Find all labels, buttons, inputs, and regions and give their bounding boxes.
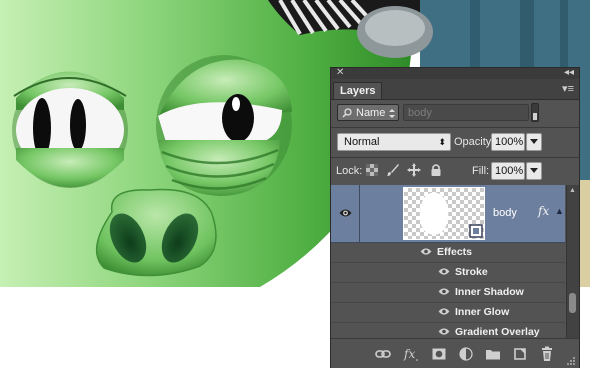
- updown-arrows-icon: ⬍: [438, 137, 446, 147]
- layer-thumbnail[interactable]: [403, 187, 485, 240]
- eye-icon: [339, 209, 352, 217]
- fill-input[interactable]: 100%: [491, 162, 525, 180]
- scrollbar-thumb[interactable]: [569, 293, 576, 313]
- fill-slider-button[interactable]: [526, 162, 542, 180]
- chevron-down-icon: [530, 168, 538, 173]
- blend-mode-select[interactable]: Normal ⬍: [337, 133, 451, 151]
- delete-layer-icon[interactable]: [539, 346, 555, 362]
- effect-label: Gradient Overlay: [455, 326, 540, 338]
- effect-label: Stroke: [455, 266, 488, 278]
- effect-row-stroke[interactable]: Stroke: [331, 263, 565, 283]
- divider: [331, 157, 579, 158]
- fill-label: Fill:: [472, 165, 490, 177]
- filter-kind-select[interactable]: Name: [337, 104, 399, 121]
- effect-row-inner-shadow[interactable]: Inner Shadow: [331, 283, 565, 303]
- collapse-panel-icon[interactable]: ◂◂: [564, 66, 574, 80]
- filter-toggle-switch[interactable]: [531, 103, 539, 122]
- layers-bottom-toolbar: fx: [331, 338, 579, 368]
- eye-icon[interactable]: [438, 287, 450, 296]
- add-mask-icon[interactable]: [431, 346, 447, 362]
- lock-all-icon[interactable]: [429, 163, 443, 177]
- chevron-down-icon: [530, 139, 538, 144]
- effect-row-inner-glow[interactable]: Inner Glow: [331, 303, 565, 323]
- new-adjustment-layer-icon[interactable]: [458, 346, 474, 362]
- layer-row-body[interactable]: body fx ▲: [331, 185, 565, 243]
- lock-label: Lock:: [336, 165, 363, 177]
- blend-mode-value: Normal: [344, 136, 380, 148]
- panel-menu-icon[interactable]: ▾≡: [562, 82, 574, 96]
- effect-row-gradient-overlay[interactable]: Gradient Overlay: [331, 323, 565, 338]
- close-panel-icon[interactable]: ✕: [336, 66, 344, 80]
- layer-list-scrollbar[interactable]: ▲: [566, 185, 579, 338]
- resize-grip-icon[interactable]: [567, 357, 576, 366]
- panel-tab-row: Layers ▾≡: [331, 79, 579, 100]
- new-layer-icon[interactable]: [512, 346, 528, 362]
- effect-label: Inner Glow: [455, 306, 510, 318]
- lock-image-pixels-icon[interactable]: [386, 163, 400, 177]
- layer-search-input[interactable]: body: [403, 104, 529, 121]
- effect-label: Inner Shadow: [455, 286, 524, 298]
- eye-icon[interactable]: [438, 267, 450, 276]
- opacity-label: Opacity:: [454, 136, 495, 148]
- opacity-input[interactable]: 100%: [491, 133, 525, 151]
- svg-text:fx: fx: [403, 347, 415, 361]
- layers-panel: ✕ ◂◂ Layers ▾≡ Name body Normal ⬍ Opacit…: [330, 67, 580, 368]
- layer-fx-icon[interactable]: fx: [538, 204, 549, 218]
- lock-transparent-pixels-icon[interactable]: [365, 163, 379, 177]
- scroll-up-arrow-icon[interactable]: ▲: [569, 187, 576, 195]
- divider: [331, 127, 579, 128]
- fill-value: 100%: [495, 165, 524, 177]
- effects-row[interactable]: Effects: [331, 243, 565, 263]
- collapse-effects-arrow-icon[interactable]: ▲: [555, 206, 564, 216]
- link-layers-icon[interactable]: [375, 346, 391, 362]
- panel-title-bar[interactable]: ✕ ◂◂: [331, 66, 579, 80]
- eye-icon[interactable]: [438, 307, 450, 316]
- search-icon: [342, 108, 352, 118]
- opacity-value: 100%: [495, 136, 524, 148]
- layer-thumbnail-shape: [419, 192, 483, 238]
- layer-search-placeholder: body: [408, 107, 432, 119]
- effects-label: Effects: [437, 246, 473, 258]
- lock-position-icon[interactable]: [407, 163, 421, 177]
- add-layer-style-icon[interactable]: fx: [403, 346, 419, 362]
- new-group-icon[interactable]: [485, 346, 501, 362]
- layer-list[interactable]: body fx ▲ Effects Stroke Inner Shadow In…: [331, 185, 579, 338]
- updown-arrows-icon: [389, 109, 395, 118]
- eye-icon[interactable]: [420, 247, 432, 256]
- eye-icon[interactable]: [438, 327, 450, 336]
- layer-name[interactable]: body: [493, 207, 517, 219]
- layer-visibility-toggle[interactable]: [331, 185, 360, 242]
- tab-layers[interactable]: Layers: [333, 82, 383, 99]
- opacity-slider-button[interactable]: [526, 133, 542, 151]
- filter-kind-label: Name: [356, 107, 386, 119]
